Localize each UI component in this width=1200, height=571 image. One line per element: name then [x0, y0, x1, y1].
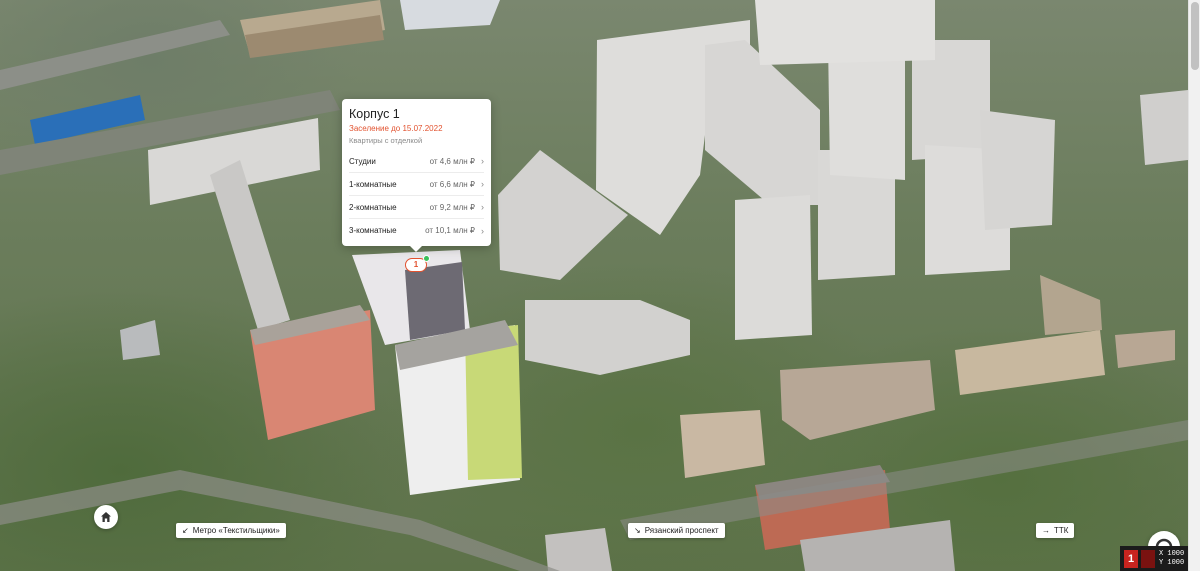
coord-y: Y 1000	[1159, 558, 1185, 567]
apartment-row-studio[interactable]: Студии от 4,6 млн ₽ ›	[349, 150, 484, 173]
apartment-price: от 4,6 млн ₽	[429, 156, 475, 166]
finish-note: Квартиры с отделкой	[349, 136, 423, 145]
apartment-type-name: Студии	[349, 156, 376, 166]
chevron-right-icon: ›	[481, 179, 484, 189]
coord-x: X 1000	[1159, 549, 1185, 558]
coordinate-widget: 1 X 1000 Y 1000	[1120, 546, 1188, 571]
settlement-date: Заселение до 15.07.2022	[349, 124, 443, 133]
lowrise-building	[1115, 330, 1175, 368]
gray-tower	[735, 195, 812, 340]
home-button[interactable]	[94, 505, 118, 529]
apartment-price: от 6,6 млн ₽	[429, 179, 475, 189]
garage-building	[120, 320, 160, 360]
pin-status-dot	[423, 255, 430, 262]
lowrise-building	[545, 528, 612, 571]
gray-block	[1140, 90, 1188, 165]
lowrise-building	[955, 330, 1105, 395]
apartment-type-name: 1-комнатные	[349, 179, 397, 189]
coordinate-readout: X 1000 Y 1000	[1159, 550, 1184, 568]
ttk-label: ТТК	[1054, 526, 1069, 535]
arrow-down-right-icon: ↘	[634, 526, 641, 535]
lowrise-building	[680, 410, 765, 478]
metro-textilshchiki-link[interactable]: ↙ Метро «Текстильщики»	[176, 523, 286, 538]
building-popup: Корпус 1 Заселение до 15.07.2022 Квартир…	[342, 99, 491, 252]
scene-graphics	[0, 0, 1188, 571]
building-pin-label: 1	[413, 260, 419, 269]
ryazansky-prospekt-link[interactable]: ↘ Рязанский проспект	[628, 523, 725, 538]
chevron-right-icon: ›	[481, 225, 484, 236]
arrow-down-left-icon: ↙	[182, 526, 189, 535]
logo-icon: 1	[1124, 549, 1138, 568]
railway-track	[0, 20, 230, 90]
apartment-row-3room[interactable]: 3-комнатные от 10,1 млн ₽ ›	[349, 219, 484, 242]
ryazan-label: Рязанский проспект	[644, 526, 719, 535]
page-scrollbar[interactable]	[1188, 0, 1200, 571]
arrow-right-icon: →	[1042, 526, 1050, 535]
chevron-right-icon: ›	[481, 156, 484, 166]
gray-tower	[755, 0, 935, 65]
dark-tower-face	[405, 262, 465, 340]
apartment-price: от 9,2 млн ₽	[429, 202, 475, 212]
gray-tower	[980, 110, 1055, 230]
metro-label: Метро «Текстильщики»	[192, 526, 280, 535]
logo-mark-icon	[1141, 549, 1155, 568]
building-pin[interactable]: 1	[405, 255, 430, 272]
chevron-right-icon: ›	[481, 202, 484, 212]
home-icon	[101, 512, 111, 522]
apartment-type-list: Студии от 4,6 млн ₽ › 1-комнатные от 6,6…	[349, 150, 484, 242]
apartment-row-1room[interactable]: 1-комнатные от 6,6 млн ₽ ›	[349, 173, 484, 196]
lowrise-building	[780, 360, 935, 440]
gray-block	[525, 300, 690, 375]
gray-block	[210, 160, 290, 330]
warehouse-building	[400, 0, 500, 30]
apartment-row-2room[interactable]: 2-комнатные от 9,2 млн ₽ ›	[349, 196, 484, 219]
scrollbar-thumb[interactable]	[1191, 2, 1199, 70]
aerial-map-scene[interactable]	[0, 0, 1188, 571]
apartment-type-name: 3-комнатные	[349, 226, 397, 235]
lowrise-building	[1040, 275, 1102, 335]
ttk-link[interactable]: → ТТК	[1036, 523, 1075, 538]
popup-title: Корпус 1	[349, 107, 400, 121]
apartment-type-name: 2-комнатные	[349, 202, 397, 212]
apartment-price: от 10,1 млн ₽	[425, 226, 475, 235]
